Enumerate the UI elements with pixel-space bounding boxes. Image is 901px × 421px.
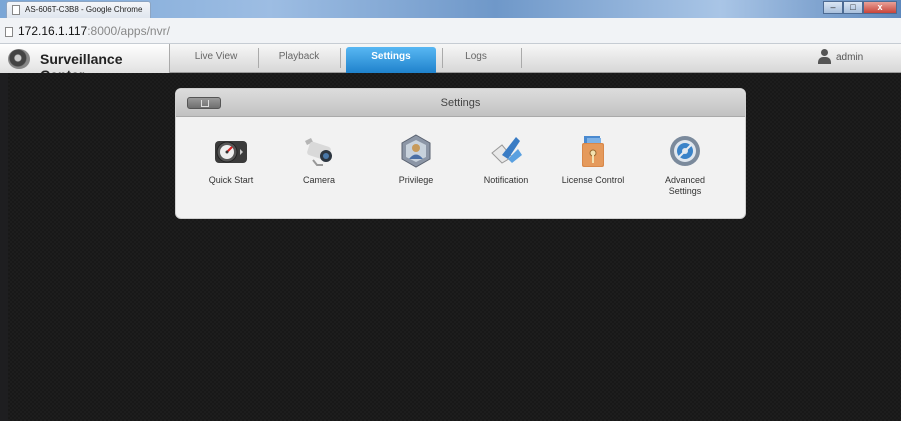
minimize-button[interactable]: – <box>823 1 843 14</box>
maximize-button[interactable]: □ <box>843 1 863 14</box>
privilege-icon <box>401 134 431 168</box>
page-icon <box>5 27 13 37</box>
url-path: :8000/apps/nvr/ <box>87 24 170 38</box>
tab-divider <box>521 48 522 68</box>
tab-divider <box>442 48 443 68</box>
url-text[interactable]: 172.16.1.117:8000/apps/nvr/ <box>18 24 170 38</box>
notification-icon <box>491 137 522 164</box>
tab-divider <box>258 48 259 68</box>
item-label: Notification <box>483 175 529 185</box>
surveillance-camera-icon <box>8 49 30 69</box>
privilege-item[interactable]: Privilege <box>376 133 456 186</box>
license-icon <box>582 136 604 167</box>
item-label: Camera <box>302 175 335 185</box>
url-host: 172.16.1.117 <box>18 24 88 38</box>
browser-title-bar: AS-606T-C3B8 - Google Chrome – □ x <box>0 0 901 18</box>
settings-panel: Settings Quick Start Camera Privilege No… <box>175 88 746 219</box>
panel-title: Settings <box>440 97 481 109</box>
advanced-settings-item[interactable]: Advanced Settings <box>645 133 725 197</box>
tab-divider <box>340 48 341 68</box>
settings-panel-header: Settings <box>176 89 745 117</box>
close-button[interactable]: x <box>863 1 897 14</box>
page-icon <box>12 5 20 15</box>
item-label: License Control <box>561 175 625 185</box>
item-label: Privilege <box>398 175 434 185</box>
user-icon[interactable] <box>817 49 831 65</box>
item-label: Advanced Settings <box>664 175 706 196</box>
camera-item[interactable]: Camera <box>279 133 359 186</box>
notification-item[interactable]: Notification <box>466 133 546 186</box>
gauge-icon <box>215 141 247 163</box>
brand: Surveillance Center <box>0 44 170 83</box>
camera-icon <box>305 138 332 166</box>
address-bar[interactable]: 172.16.1.117:8000/apps/nvr/ <box>0 18 901 44</box>
license-control-item[interactable]: License Control <box>553 133 633 186</box>
tab-playback[interactable]: Playback <box>263 47 335 73</box>
tab-settings[interactable]: Settings <box>346 47 436 78</box>
tab-live-view[interactable]: Live View <box>180 47 252 73</box>
quick-start-item[interactable]: Quick Start <box>191 133 271 186</box>
browser-tab[interactable]: AS-606T-C3B8 - Google Chrome <box>6 1 151 18</box>
window-controls: – □ x <box>823 1 897 15</box>
app-header: Surveillance Center Live View Playback S… <box>0 44 901 83</box>
browser-tab-title: AS-606T-C3B8 - Google Chrome <box>25 5 143 14</box>
username[interactable]: admin <box>836 52 863 63</box>
advanced-settings-icon <box>670 136 700 166</box>
tab-logs[interactable]: Logs <box>446 47 506 73</box>
item-label: Quick Start <box>208 175 254 185</box>
